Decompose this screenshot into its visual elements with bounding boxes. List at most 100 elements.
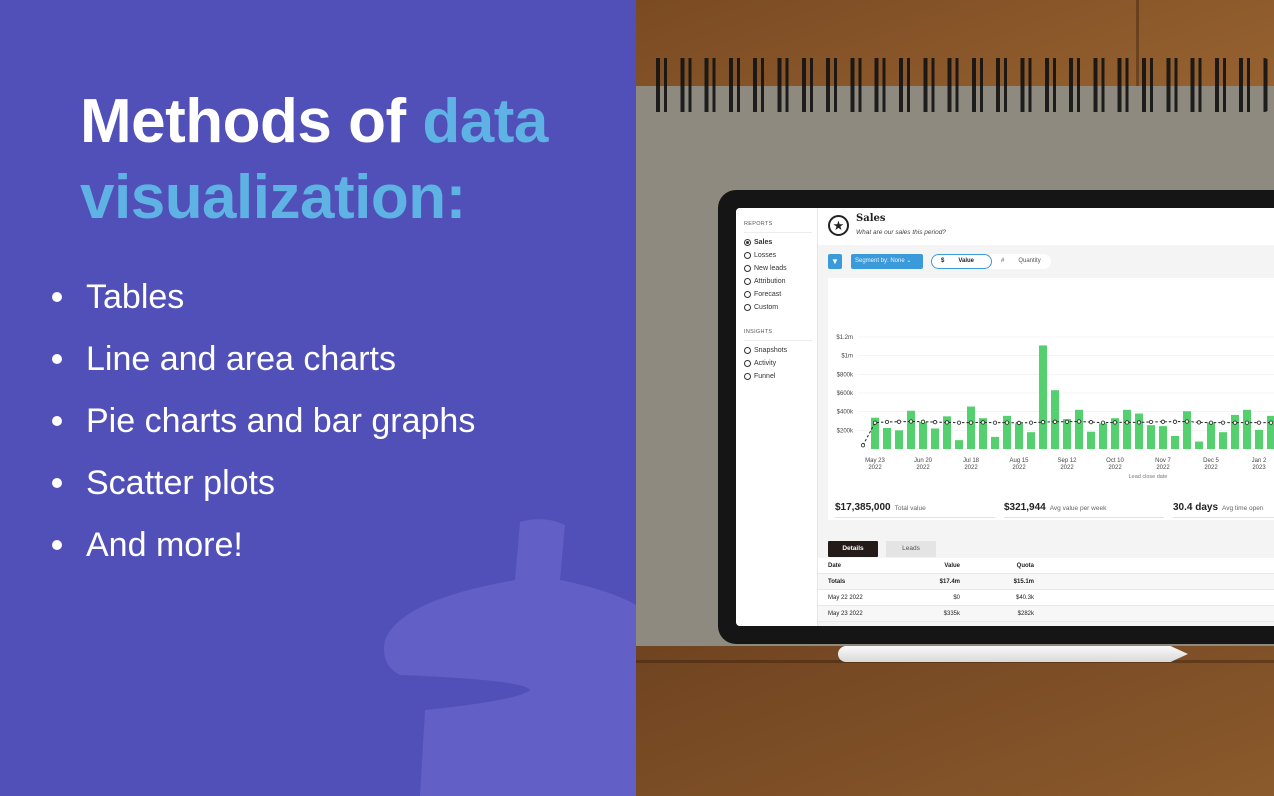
quota-point xyxy=(1016,420,1022,425)
x-tick-label: 2022 xyxy=(1012,465,1026,471)
quota-point xyxy=(1088,420,1094,425)
x-tick-label: Sep 12 xyxy=(1057,458,1077,464)
bar xyxy=(1159,426,1167,449)
sidebar-item-new-leads[interactable]: New leads xyxy=(744,265,787,272)
bar xyxy=(1255,429,1263,449)
sidebar-item-sales[interactable]: Sales xyxy=(744,239,772,246)
quantity-toggle-option[interactable]: # Quantity xyxy=(1001,254,1055,269)
sidebar-item-label: Custom xyxy=(754,304,779,311)
quota-point xyxy=(1184,419,1190,424)
sidebar-item-forecast[interactable]: Forecast xyxy=(744,291,781,298)
tag-icon xyxy=(744,278,751,285)
sidebar-item-attribution[interactable]: Attribution xyxy=(744,278,786,285)
quota-point xyxy=(1220,420,1226,425)
segment-label: Segment by: None xyxy=(855,258,905,264)
x-tick-label: Jun 20 xyxy=(914,458,933,464)
x-tick-label: 2023 xyxy=(1252,465,1266,471)
column-header[interactable]: Quota xyxy=(1017,563,1034,569)
headline: Methods of data visualization: xyxy=(80,84,620,236)
x-tick-label: May 23 xyxy=(865,458,885,464)
quota-point xyxy=(980,420,986,425)
target-icon xyxy=(744,304,751,311)
quota-point xyxy=(1172,419,1178,424)
tab-leads[interactable]: Leads xyxy=(886,541,936,557)
sidebar-item-snapshots[interactable]: Snapshots xyxy=(744,347,787,354)
filter-button[interactable]: ▼ xyxy=(828,254,842,269)
quota-point xyxy=(932,420,938,425)
stat-label: Avg value per week xyxy=(1049,505,1107,512)
quota-point xyxy=(884,419,890,425)
funnel-icon: ▼ xyxy=(831,257,839,266)
bar xyxy=(1195,441,1203,449)
quantity-label: Quantity xyxy=(1018,258,1041,264)
x-tick-label: Dec 5 xyxy=(1203,458,1219,464)
bar xyxy=(1051,390,1059,449)
bullet-icon xyxy=(52,478,62,488)
sales-bar-chart: $200k$400k$600k$800k$1m$1.2mMay 232022Ju… xyxy=(836,335,1274,480)
x-tick-label: 2022 xyxy=(964,465,978,471)
cell: $282k xyxy=(1017,611,1034,617)
bar xyxy=(1231,414,1239,449)
list-item: Line and area charts xyxy=(52,334,475,396)
bar xyxy=(1087,431,1095,449)
stat-value: 30.4 days xyxy=(1173,502,1219,513)
quota-point xyxy=(1100,420,1106,425)
bar xyxy=(1015,423,1023,449)
bar xyxy=(931,428,939,449)
promo-panel: Methods of data visualization: Tables Li… xyxy=(0,0,636,796)
stat-value: $321,944 xyxy=(1004,502,1046,513)
dashboard-screen: REPORTS Sales Losses New leads Attributi… xyxy=(736,208,1274,626)
list-item: Pie charts and bar graphs xyxy=(52,396,475,458)
notebook-spiral xyxy=(650,58,1270,112)
sidebar-item-label: Losses xyxy=(754,252,777,259)
funnel-icon xyxy=(744,373,751,380)
quota-point xyxy=(1160,419,1166,424)
sidebar-item-activity[interactable]: Activity xyxy=(744,360,776,367)
bullet-icon xyxy=(52,292,62,302)
quota-point xyxy=(1124,420,1130,425)
bar xyxy=(1075,409,1083,449)
sidebar-item-custom[interactable]: Custom xyxy=(744,304,778,311)
segment-dropdown[interactable]: Segment by: None ⌄ xyxy=(851,254,923,269)
table-row: Totals $17.4m $15.1m xyxy=(818,574,1274,590)
y-tick-label: $1.2m xyxy=(836,335,853,341)
headline-text: Methods of xyxy=(80,87,423,156)
tab-details[interactable]: Details xyxy=(828,541,878,557)
check-icon xyxy=(744,360,751,367)
stylus-pencil xyxy=(838,646,1188,662)
hash-icon: # xyxy=(1001,258,1005,264)
quota-point xyxy=(920,419,926,424)
quota-point xyxy=(1208,420,1214,425)
quota-point xyxy=(1076,419,1082,424)
x-tick-label: Nov 7 xyxy=(1155,458,1171,464)
quota-point xyxy=(860,443,866,448)
column-header[interactable]: Value xyxy=(944,563,960,569)
bar xyxy=(1147,425,1155,449)
bar xyxy=(895,430,903,449)
sidebar: REPORTS Sales Losses New leads Attributi… xyxy=(736,208,818,626)
x-tick-label: Jul 18 xyxy=(963,458,980,464)
table-row: May 22 2022 $0 $40.3k xyxy=(818,590,1274,606)
sidebar-item-funnel[interactable]: Funnel xyxy=(744,373,775,380)
dollar-icon: $ xyxy=(941,258,945,264)
sidebar-item-label: Snapshots xyxy=(754,347,788,354)
quota-point xyxy=(1064,419,1070,424)
table-row: May 23 2022 $335k $282k xyxy=(818,606,1274,622)
list-item: Scatter plots xyxy=(52,458,475,520)
methods-list: Tables Line and area charts Pie charts a… xyxy=(52,272,475,582)
bar xyxy=(1183,411,1191,449)
sidebar-item-label: Attribution xyxy=(754,278,786,285)
cell: May 22 2022 xyxy=(828,595,863,601)
quota-point xyxy=(1148,419,1154,425)
value-toggle-option[interactable]: $ Value xyxy=(931,254,992,269)
quota-point xyxy=(1256,420,1262,425)
list-item-label: Scatter plots xyxy=(86,464,275,502)
sidebar-item-label: Sales xyxy=(754,239,773,246)
insights-heading: INSIGHTS xyxy=(744,329,773,335)
value-label: Value xyxy=(958,258,975,264)
quota-point xyxy=(1232,420,1238,425)
bar xyxy=(1219,432,1227,449)
y-tick-label: $200k xyxy=(837,428,854,434)
sidebar-item-losses[interactable]: Losses xyxy=(744,252,776,259)
column-header[interactable]: Date xyxy=(828,563,841,569)
